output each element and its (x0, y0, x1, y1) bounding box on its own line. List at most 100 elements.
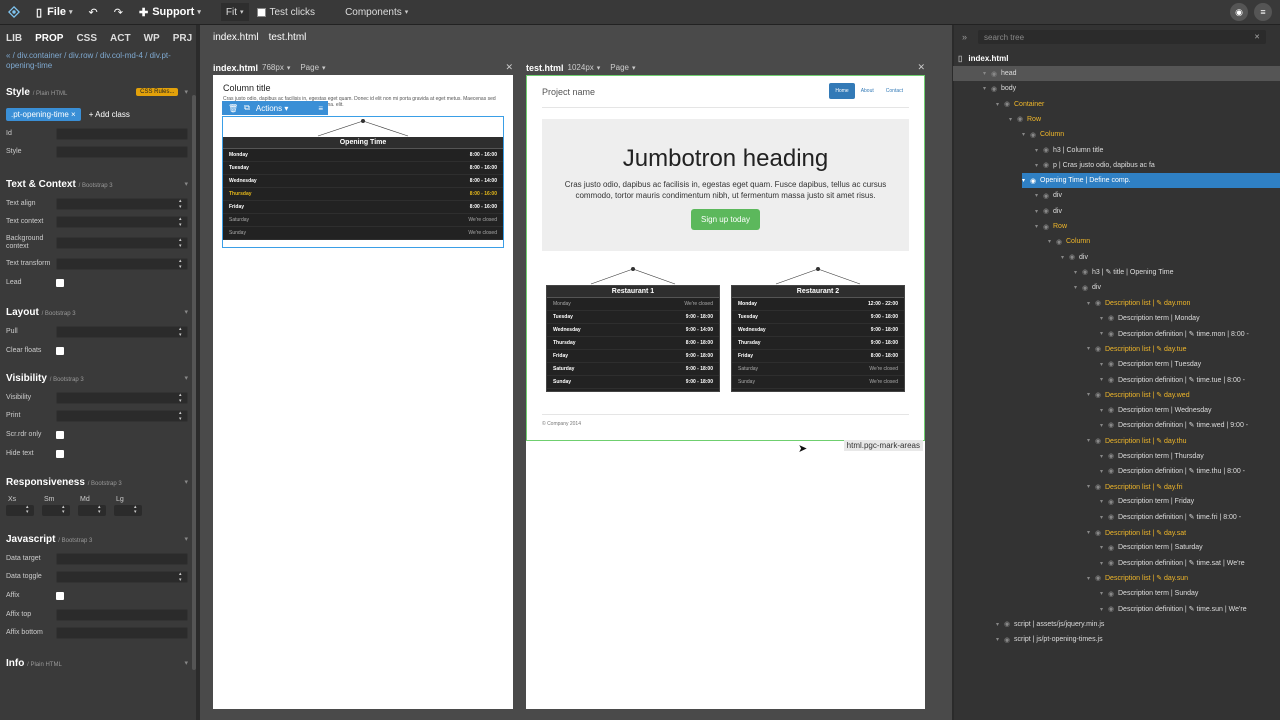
chevron-down-icon[interactable]: ▾ (1074, 284, 1082, 291)
tree-node[interactable]: ▾ ◉ Description definition | ✎ time.wed | … (1100, 418, 1248, 433)
tree-node[interactable]: ▾ ◉ Description list | ✎ day.sat (1087, 525, 1186, 540)
chevron-down-icon[interactable]: ▾ (1100, 453, 1108, 460)
text-context-section[interactable]: Text & Context / Bootstrap 3 ▾ (0, 173, 196, 195)
chevron-down-icon[interactable]: ▾ (1100, 468, 1108, 475)
chevron-down-icon[interactable]: ▾ (1100, 315, 1108, 322)
sm-select[interactable] (42, 505, 70, 516)
tree-node[interactable]: ▾ ◉ body (983, 81, 1016, 96)
affix-checkbox[interactable] (56, 592, 64, 600)
chevron-down-icon[interactable]: ▾ (1048, 238, 1056, 245)
search-tree-input[interactable]: search tree ✕ (978, 30, 1266, 44)
tree-node[interactable]: ▾ ◉ script | assets/js/jquery.min.js (996, 617, 1104, 632)
redo-icon[interactable]: ↷ (106, 0, 131, 25)
breadcrumb[interactable]: « / div.container / div.row / div.col-md… (0, 51, 196, 77)
restaurant-2-card[interactable]: Restaurant 2 Monday 12:00 - 22:00 Tuesday 9… (731, 265, 905, 392)
tree-node[interactable]: ▾ ◉ Description term | Monday (1100, 311, 1200, 326)
chevron-down-icon[interactable]: ▾ (184, 478, 188, 486)
opening-time-sign[interactable]: Opening Time Monday 8:00 - 16:00 Tuesday 8:… (223, 137, 503, 240)
eye-icon[interactable]: ◉ (1095, 529, 1105, 537)
trash-icon[interactable]: 🗑 (228, 104, 238, 113)
app-logo-icon[interactable] (0, 0, 28, 25)
affix-bottom-input[interactable] (56, 627, 188, 639)
eye-icon[interactable]: ◉ (1108, 330, 1118, 338)
pane-a-size[interactable]: 768px (262, 63, 284, 72)
chevron-down-icon[interactable]: ▾ (1100, 498, 1108, 505)
nav-about[interactable]: About (855, 83, 880, 99)
project-name[interactable]: Project name (542, 87, 595, 97)
tab-lib[interactable]: LIB (6, 33, 22, 44)
eye-icon[interactable]: ◉ (1095, 483, 1105, 491)
copy-icon[interactable]: ⧉ (244, 103, 250, 113)
nav-contact[interactable]: Contact (880, 83, 909, 99)
chevron-down-icon[interactable]: ▾ (1100, 330, 1108, 337)
chevron-down-icon[interactable]: ▾ (1022, 131, 1030, 138)
tree-node[interactable]: ▾ ◉ Description term | Saturday (1100, 540, 1203, 555)
chevron-down-icon[interactable]: ▾ (1100, 544, 1108, 551)
tab-test-html[interactable]: test.html (269, 32, 307, 43)
eye-icon[interactable]: ◉ (1043, 161, 1053, 169)
chevron-down-icon[interactable]: ▾ (1061, 254, 1069, 261)
chevron-down-icon[interactable]: ▾ (1022, 177, 1030, 184)
menu-icon[interactable]: ≡ (318, 104, 323, 113)
chevron-down-icon[interactable]: ▾ (1100, 606, 1108, 613)
tree-node[interactable]: ▾ ◉ Description definition | ✎ time.sun | … (1100, 602, 1247, 617)
left-scrollbar[interactable] (192, 95, 196, 670)
add-class-button[interactable]: + Add class (89, 110, 130, 119)
chevron-down-icon[interactable]: ▾ (184, 374, 188, 382)
eye-icon[interactable]: ◉ (1030, 131, 1040, 139)
eye-icon[interactable]: ◉ (1043, 146, 1053, 154)
xs-select[interactable] (6, 505, 34, 516)
style-section[interactable]: Style / Plain HTML CSS Rules... ▾ (0, 81, 196, 103)
eye-icon[interactable]: ◉ (1095, 437, 1105, 445)
clear-icon[interactable]: ✕ (1254, 33, 1260, 41)
lg-select[interactable] (114, 505, 142, 516)
eye-icon[interactable]: ◉ (1095, 345, 1105, 353)
eye-icon[interactable]: ◉ (1043, 192, 1053, 200)
tab-css[interactable]: CSS (76, 33, 97, 44)
tree-node[interactable]: ▾ ◉ Description list | ✎ day.thu (1087, 433, 1186, 448)
eye-icon[interactable]: ◉ (991, 70, 1001, 78)
tree-node[interactable]: ▾ ◉ p | Cras justo odio, dapibus ac fa (1035, 158, 1155, 173)
eye-icon[interactable]: ◉ (1017, 115, 1027, 123)
chevron-down-icon[interactable]: ▾ (1100, 590, 1108, 597)
pane-b-page[interactable]: Page (610, 63, 629, 72)
tab-prj[interactable]: PRJ (173, 33, 192, 44)
eye-icon[interactable]: ◉ (1108, 376, 1118, 384)
css-rules-button[interactable]: CSS Rules... (136, 88, 179, 96)
tree-node[interactable]: ▾ ◉ Description term | Tuesday (1100, 357, 1201, 372)
chevron-down-icon[interactable]: ▾ (184, 659, 188, 667)
fit-dropdown[interactable]: Fit ▾ (220, 3, 249, 21)
eye-icon[interactable]: ◉ (1108, 498, 1118, 506)
visibility-select[interactable] (56, 392, 188, 404)
tree-node[interactable]: ▾ ◉ Description term | Thursday (1100, 449, 1204, 464)
support-menu[interactable]: ✚ Support ▾ (131, 0, 209, 25)
tree-node[interactable]: ▾ ◉ Description list | ✎ day.fri (1087, 479, 1183, 494)
eye-icon[interactable]: ◉ (1108, 544, 1118, 552)
tree-node[interactable]: ▾ ◉ div (1061, 250, 1088, 265)
eye-icon[interactable]: ◉ (991, 85, 1001, 93)
pull-select[interactable] (56, 326, 188, 338)
tree-node[interactable]: ▾ ◉ Opening Time | Define comp. (1022, 173, 1280, 189)
responsiveness-section[interactable]: Responsiveness / Bootstrap 3 ▾ (0, 471, 196, 493)
components-menu[interactable]: Components ▾ (337, 0, 416, 25)
tab-prop[interactable]: PROP (35, 33, 63, 44)
chevron-down-icon[interactable]: ▾ (1009, 116, 1017, 123)
chevron-down-icon[interactable]: ▾ (996, 621, 1004, 628)
eye-icon[interactable]: ◉ (1108, 559, 1118, 567)
eye-icon[interactable]: ◉ (1095, 391, 1105, 399)
tree-node[interactable]: ▾ ◉ Description definition | ✎ time.sat | … (1100, 556, 1245, 571)
chevron-down-icon[interactable]: ▾ (1087, 483, 1095, 490)
chevron-down-icon[interactable]: ▾ (1035, 192, 1043, 199)
tree-node[interactable]: ▾ ◉ script | js/pt-opening-times.js (996, 632, 1103, 647)
id-input[interactable] (56, 128, 188, 140)
eye-icon[interactable]: ◉ (1004, 100, 1014, 108)
tree-node[interactable]: ▾ ◉ div (1074, 280, 1101, 295)
tree-node[interactable]: ▾ ◉ Column (1022, 127, 1064, 142)
tree-node[interactable]: ▾ ◉ Description definition | ✎ time.fri | … (1100, 510, 1241, 525)
menu-icon[interactable]: ≡ (1254, 3, 1272, 21)
data-toggle-select[interactable] (56, 571, 188, 583)
tree-root[interactable]: ▯ index.html (958, 51, 1008, 66)
actions-button[interactable]: Actions ▾ (256, 104, 288, 113)
class-pill[interactable]: .pt-opening-time × (6, 107, 81, 121)
chevron-down-icon[interactable]: ▾ (184, 88, 188, 96)
